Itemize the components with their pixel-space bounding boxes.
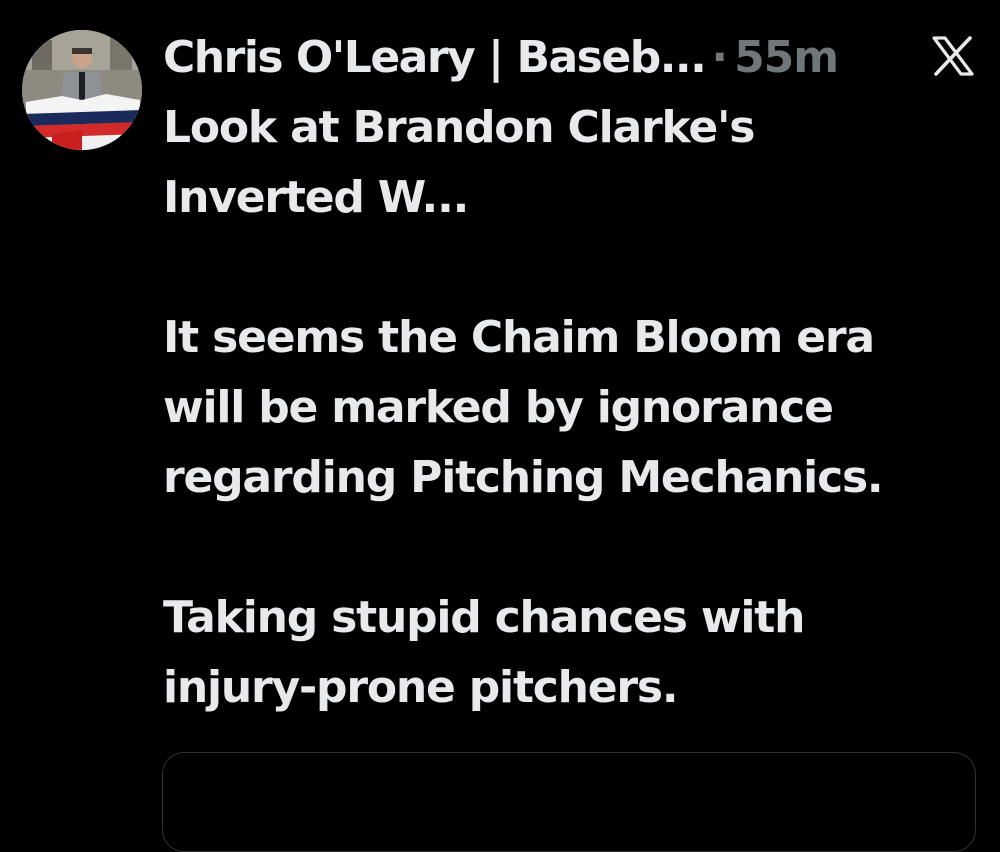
post-line: Look at Brandon Clarke's	[163, 102, 755, 153]
author-name[interactable]: Chris O'Leary | Baseb...	[163, 32, 707, 83]
post-line: Inverted W...	[163, 172, 469, 223]
x-logo-icon[interactable]	[932, 36, 974, 76]
avatar-photo	[22, 30, 142, 150]
post-line: injury-prone pitchers.	[163, 662, 679, 713]
post-line: will be marked by ignorance	[163, 382, 834, 433]
quoted-media-card[interactable]	[162, 752, 976, 852]
post-line: Taking stupid chances with	[163, 592, 805, 643]
post-header: Chris O'Leary | Baseb... · 55m	[163, 28, 963, 86]
timestamp[interactable]: 55m	[734, 32, 839, 83]
post-line: It seems the Chaim Bloom era	[163, 312, 875, 363]
separator-dot: ·	[711, 31, 729, 83]
avatar[interactable]	[22, 30, 142, 150]
post-text: Look at Brandon Clarke's Inverted W... I…	[163, 93, 983, 723]
post-line: regarding Pitching Mechanics.	[163, 452, 884, 503]
